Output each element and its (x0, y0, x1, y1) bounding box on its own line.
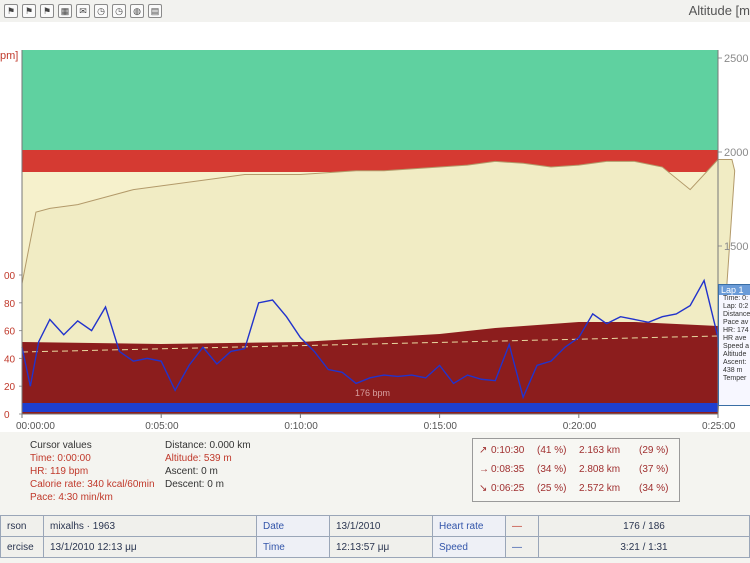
globe-icon[interactable]: ◍ (130, 4, 144, 18)
lap-dist: 2.808 km (579, 464, 621, 475)
table-cell: — (505, 515, 539, 537)
cursor-values-title: Cursor values (30, 440, 92, 451)
cursor-altitude: Altitude: 539 m (165, 453, 232, 464)
lap-dist: 2.163 km (579, 445, 621, 456)
table-row: ercise 13/1/2010 12:13 μμ Time 12:13:57 … (0, 536, 750, 558)
toolbar: ⚑ ⚑ ⚑ ▦ ✉ ◷ ◷ ◍ ▤ Altitude [m (0, 0, 750, 23)
lap-tooltip-line: Pace av (723, 319, 749, 326)
x-tick-label: 0:25:00 (702, 421, 736, 432)
map-icon[interactable]: ▤ (148, 4, 162, 18)
cursor-descent: Descent: 0 m (165, 479, 224, 490)
lap-pct: (41 %) (537, 445, 567, 456)
lap-pct: (25 %) (537, 483, 567, 494)
table-cell: — (505, 536, 539, 558)
clock-icon[interactable]: ◷ (112, 4, 126, 18)
right-tick-label: 1500 (724, 241, 748, 253)
lap-time: 0:08:35 (491, 464, 525, 475)
lap-tooltip-line: Speed a (723, 343, 750, 350)
cursor-distance: Distance: 0.000 km (165, 440, 251, 451)
lap-tooltip-line: HR: 174 (723, 327, 749, 334)
flag-icon[interactable]: ⚑ (4, 4, 18, 18)
hr-line-label: 176 bpm (355, 388, 390, 398)
cursor-calorie: Calorie rate: 340 kcal/60min (30, 479, 155, 490)
lap-dpct: (29 %) (639, 445, 669, 456)
table-cell: 13/1/2010 (329, 515, 433, 537)
lap-tooltip-line: Temper (723, 375, 747, 382)
lap-arrow: → (479, 464, 489, 475)
altitude-axis-title: Altitude [m (688, 3, 750, 18)
lap-arrow: ↘ (479, 483, 488, 494)
envelope-icon[interactable]: ✉ (76, 4, 90, 18)
lap-tooltip-title: Lap 1 (719, 285, 750, 295)
lap-tooltip-line: Time: 0: (723, 295, 749, 302)
left-axis-unit: pm] (0, 50, 19, 62)
table-cell: mixalhs · 1963 (43, 515, 257, 537)
chart-svg[interactable]: 176 bpm02040608000250020001500100000:00:… (0, 22, 750, 442)
cursor-pace: Pace: 4:30 min/km (30, 492, 113, 503)
x-tick-label: 0:20:00 (563, 421, 597, 432)
lap-dpct: (34 %) (639, 483, 669, 494)
right-tick-label: 2000 (724, 147, 748, 159)
x-tick-label: 0:15:00 (424, 421, 458, 432)
lap-tooltip: Lap 1 Time: 0: Lap: 0:2 Distance Pace av HR:… (718, 284, 750, 406)
table-cell: ercise (0, 536, 44, 558)
lap-tooltip-line: Distance (723, 311, 750, 318)
clock-icon[interactable]: ◷ (94, 4, 108, 18)
table-cell: rson (0, 515, 44, 537)
table-cell: 176 / 186 (538, 515, 750, 537)
cursor-ascent: Ascent: 0 m (165, 466, 218, 477)
left-tick-label: 00 (4, 271, 16, 282)
lap-arrow: ↗ (479, 445, 488, 456)
exercise-chart[interactable]: 176 bpm02040608000250020001500100000:00:… (0, 22, 750, 442)
tile-icon[interactable]: ▦ (58, 4, 72, 18)
cursor-hr: HR: 119 bpm (30, 466, 89, 477)
x-tick-label: 00:00:00 (16, 421, 55, 432)
table-cell: Heart rate (432, 515, 506, 537)
table-cell: 12:13:57 μμ (329, 536, 433, 558)
lap-tooltip-line: HR ave (723, 335, 747, 342)
table-cell: Time (256, 536, 330, 558)
left-tick-label: 20 (4, 382, 16, 393)
exercise-info-table: rson mixalhs · 1963 Date 13/1/2010 Heart… (0, 515, 750, 558)
zone-band (22, 50, 718, 150)
lap-tooltip-line: Ascent: (723, 359, 747, 366)
table-row: rson mixalhs · 1963 Date 13/1/2010 Heart… (0, 515, 750, 537)
table-cell: 3:21 / 1:31 (538, 536, 750, 558)
lap-pct: (34 %) (537, 464, 567, 475)
table-cell: Speed (432, 536, 506, 558)
cursor-time: Time: 0:00:00 (30, 453, 91, 464)
lap-time: 0:06:25 (491, 483, 525, 494)
left-tick-label: 60 (4, 327, 16, 338)
flag-icon[interactable]: ⚑ (22, 4, 36, 18)
left-tick-label: 40 (4, 354, 16, 365)
x-tick-label: 0:05:00 (145, 421, 179, 432)
lap-dpct: (37 %) (639, 464, 669, 475)
lap-tooltip-line: Lap: 0:2 (723, 303, 749, 310)
lap-tooltip-line: 438 m (723, 367, 743, 374)
lap-dist: 2.572 km (579, 483, 621, 494)
right-tick-label: 2500 (724, 53, 748, 65)
table-cell: Date (256, 515, 330, 537)
flag-icon[interactable]: ⚑ (40, 4, 54, 18)
x-tick-label: 0:10:00 (284, 421, 318, 432)
lap-time: 0:10:30 (491, 445, 525, 456)
table-cell: 13/1/2010 12:13 μμ (43, 536, 257, 558)
speed-baseline-band (22, 403, 718, 412)
left-tick-label: 0 (4, 410, 10, 421)
lap-summary-box: ↗ 0:10:30 (41 %) 2.163 km (29 %) → 0:08:35 (34 … (472, 438, 680, 502)
left-tick-label: 80 (4, 299, 16, 310)
lap-tooltip-line: Altitude (723, 351, 747, 358)
